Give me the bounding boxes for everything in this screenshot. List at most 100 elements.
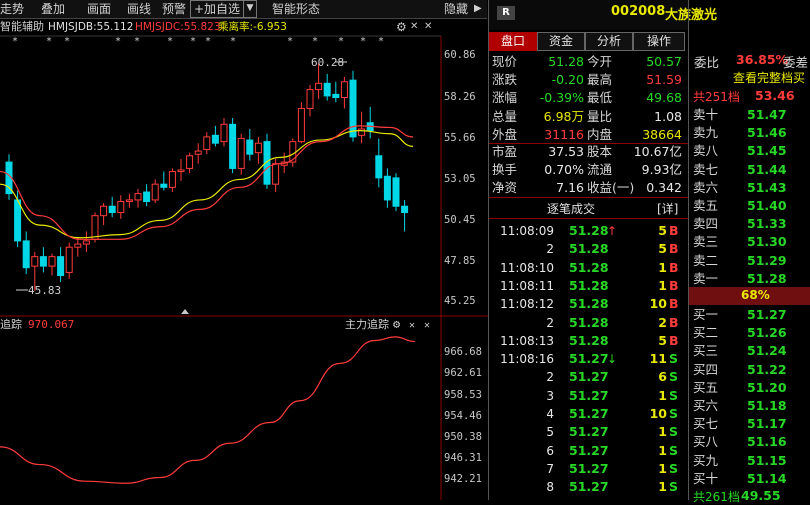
buy-level-price: 51.20: [747, 379, 787, 395]
kline-chart[interactable]: * * * * * * * * * * * * * * 60.86 58.26 55.66 53.05 50.45…: [0, 0, 488, 500]
buy-level-price: 51.27: [747, 307, 787, 322]
signal-star-icon: *: [12, 36, 18, 47]
candle-body: [220, 123, 228, 143]
candle-body: [375, 155, 383, 179]
candle-body: [74, 243, 82, 248]
trade-price: 51.28: [569, 223, 609, 238]
trade-side: S: [669, 369, 679, 385]
close-icon: ✕: [424, 320, 430, 331]
quote-value: 49.68: [646, 90, 682, 106]
lower-indicator-line: [0, 336, 416, 484]
candle-body: [100, 205, 108, 217]
fundamental-label: 收益(一): [587, 180, 635, 195]
full-book-link[interactable]: 查看完整档买: [733, 69, 805, 86]
trades-detail-link[interactable]: [详]: [657, 200, 678, 217]
candle-body: [306, 89, 314, 110]
buy-level-price: 51.14: [747, 470, 787, 486]
splitter-handle-icon: [181, 309, 189, 314]
signal-star-icon: *: [205, 36, 211, 47]
fundamental-value: 10.67亿: [633, 144, 682, 159]
candle-body: [160, 183, 168, 188]
buy-level-label: 买五: [693, 379, 719, 395]
candlesticks: [5, 63, 409, 291]
trade-side: S: [669, 424, 679, 440]
lower-indicator-name: 追踪: [0, 317, 22, 331]
tab-handicap[interactable]: 盘口: [489, 32, 537, 51]
trade-price: 51.28: [569, 277, 609, 293]
tab-operate[interactable]: 操作: [633, 32, 685, 51]
trade-price: 51.27: [569, 387, 609, 403]
quote-label: 最高: [587, 72, 613, 88]
trade-time: 11:08:09: [500, 224, 554, 238]
quote-value: -0.20: [551, 72, 584, 88]
trade-side: B: [669, 259, 679, 275]
trade-volume: 10: [649, 406, 667, 421]
trade-price: 51.27: [569, 424, 609, 440]
sell-total-label: 共251档: [693, 90, 740, 104]
candle-body: [332, 93, 340, 98]
trade-time: 8: [546, 480, 554, 495]
sell-level-label: 卖十: [693, 107, 719, 122]
sell-level-price: 51.45: [747, 143, 787, 159]
signal-star-icon: *: [230, 36, 236, 47]
fundamental-label: 换手: [492, 162, 518, 177]
sell-level-price: 51.44: [747, 161, 787, 177]
buy-level-label: 买六: [693, 398, 719, 413]
buy-total-label: 共261档: [693, 490, 740, 504]
trade-side: B: [669, 241, 679, 257]
candle-body: [246, 139, 254, 155]
buy-level-price: 51.24: [747, 343, 787, 359]
trade-time: 2: [546, 315, 554, 330]
sell-level-price: 51.46: [747, 125, 787, 141]
buy-total-value: 49.55: [741, 488, 781, 503]
trade-volume: 1: [658, 442, 667, 458]
trade-volume: 1: [658, 277, 667, 293]
low-price-label: 45.83: [28, 284, 61, 297]
trade-price: 51.27: [569, 406, 609, 421]
trade-price: 51.27: [569, 351, 609, 367]
fundamental-value: 0.70%: [544, 162, 584, 177]
trade-time: 3: [546, 388, 554, 403]
buy-level-label: 买七: [693, 416, 719, 432]
tab-capital[interactable]: 资金: [537, 32, 585, 51]
candle-body: [57, 256, 65, 277]
trade-time: 2: [546, 370, 554, 385]
price-axis-tick: 60.86: [444, 49, 476, 61]
quote-value: 50.57: [646, 54, 682, 69]
fundamental-value: 7.16: [556, 180, 584, 195]
signal-star-icon: *: [134, 36, 140, 47]
lower-indicator-value: 970.067: [28, 318, 74, 331]
quote-label: 量比: [587, 108, 613, 124]
lower-axis-tick: 950.38: [444, 431, 482, 443]
lower-axis-tick: 954.46: [444, 410, 482, 422]
sell-total-value: 53.46: [755, 88, 795, 103]
candle-body: [237, 137, 245, 169]
trades-title: 逐笔成交: [547, 202, 596, 216]
trade-price: 51.27: [569, 369, 609, 385]
trade-time: 2: [546, 242, 554, 257]
candle-body: [177, 169, 185, 173]
candle-body: [349, 79, 357, 138]
tab-analysis[interactable]: 分析: [585, 32, 633, 51]
quote-value: 51.28: [548, 54, 584, 69]
signal-star-icon: *: [360, 36, 366, 47]
buy-level-label: 买八: [693, 434, 719, 450]
signal-star-icon: *: [64, 36, 70, 47]
candle-body: [31, 256, 39, 267]
quote-label: 涨跌: [492, 72, 518, 88]
signal-star-icon: *: [378, 36, 384, 47]
candle-body: [315, 82, 323, 91]
candle-body: [14, 199, 22, 242]
candle-body: [358, 128, 366, 136]
trade-volume: 10: [649, 296, 667, 312]
order-book: 查看完整档买 共251档 53.46 卖十 51.47 卖九 51.46 卖八 51.45…: [688, 50, 810, 504]
candle-body: [168, 171, 176, 188]
candle-body: [134, 193, 142, 201]
trade-side: B: [669, 314, 679, 330]
sell-level-label: 卖八: [693, 143, 719, 159]
trade-side: S: [669, 387, 679, 403]
trade-volume: 5: [658, 332, 667, 348]
quote-value: -0.39%: [539, 90, 584, 106]
trade-volume: 1: [658, 460, 667, 476]
trade-price: 51.28: [569, 296, 609, 312]
